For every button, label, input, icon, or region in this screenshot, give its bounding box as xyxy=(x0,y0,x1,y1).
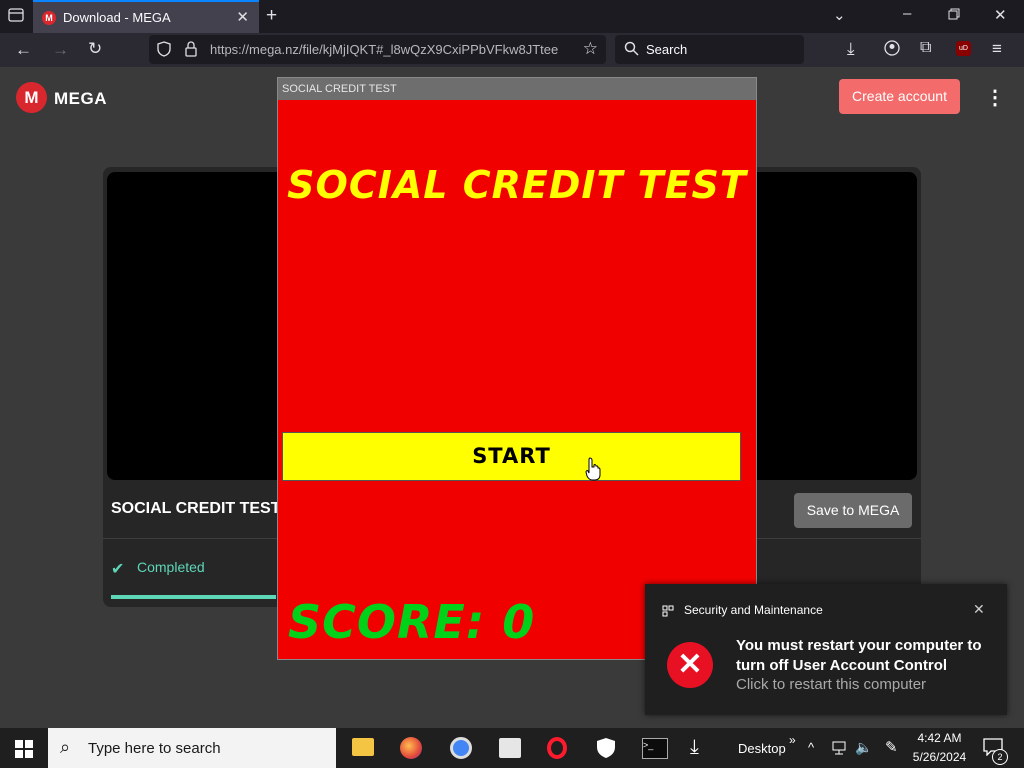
new-tab-icon[interactable]: + xyxy=(266,5,277,27)
create-account-button[interactable]: Create account xyxy=(839,79,960,114)
clock-date[interactable]: 5/26/2024 xyxy=(912,750,967,764)
download-status: Completed xyxy=(137,559,205,575)
terminal-icon[interactable]: >_ xyxy=(642,738,668,759)
windows-security-icon[interactable] xyxy=(596,737,616,764)
volume-muted-icon[interactable]: 🔈 xyxy=(855,739,872,756)
toolbar-overflow-icon[interactable]: » xyxy=(789,733,796,747)
toast-app-name: Security and Maintenance xyxy=(684,603,823,617)
taskbar-search[interactable]: ⌕ Type here to search xyxy=(48,728,336,768)
toast-subtitle: Click to restart this computer xyxy=(736,676,927,693)
tab-title: Download - MEGA xyxy=(63,10,171,25)
file-name: SOCIAL CREDIT TEST xyxy=(111,500,281,517)
tab-close-icon[interactable]: ✕ xyxy=(236,8,249,26)
bookmark-star-icon[interactable]: ☆ xyxy=(583,39,598,59)
tab-list-chevron-icon[interactable]: ⌄ xyxy=(833,6,846,24)
account-icon[interactable] xyxy=(884,40,900,60)
address-bar[interactable]: https://mega.nz/file/kjMjIQKT#_l8wQzX9Cx… xyxy=(149,35,606,64)
back-icon[interactable]: ← xyxy=(15,40,32,60)
download-app-icon[interactable]: ⤓ xyxy=(690,736,699,759)
url-text[interactable]: https://mega.nz/file/kjMjIQKT#_l8wQzX9Cx… xyxy=(210,42,570,57)
progress-bar xyxy=(111,595,276,599)
minimize-icon[interactable]: – xyxy=(903,5,911,22)
save-to-mega-button[interactable]: Save to MEGA xyxy=(794,493,912,528)
toast-title: You must restart your computer to turn o… xyxy=(736,637,982,674)
security-shield-icon xyxy=(662,604,674,622)
windows-start-icon[interactable] xyxy=(15,740,33,763)
window-close-icon[interactable]: ✕ xyxy=(994,6,1007,24)
error-icon: ✕ xyxy=(667,642,713,688)
start-button[interactable]: START xyxy=(282,432,741,481)
clock-time[interactable]: 4:42 AM xyxy=(912,731,967,745)
firefox-icon[interactable] xyxy=(400,737,422,759)
extensions-icon[interactable]: ⧉ xyxy=(920,39,931,57)
chrome-icon[interactable] xyxy=(450,737,472,759)
opera-icon[interactable] xyxy=(547,737,567,759)
menu-hamburger-icon[interactable]: ≡ xyxy=(992,39,1002,59)
file-explorer-icon[interactable] xyxy=(352,738,374,756)
network-icon[interactable] xyxy=(831,740,849,761)
checkmark-icon: ✔ xyxy=(111,561,125,578)
desktop-toolbar-label[interactable]: Desktop xyxy=(738,741,786,756)
ublock-icon[interactable]: uD xyxy=(956,41,971,56)
taskbar-search-icon: ⌕ xyxy=(60,737,71,757)
shield-icon[interactable] xyxy=(157,41,171,62)
game-window-title[interactable]: SOCIAL CREDIT TEST xyxy=(278,78,756,100)
more-options-icon[interactable]: ⋮ xyxy=(985,85,1005,110)
downloads-icon[interactable]: ⤓ xyxy=(847,39,855,59)
game-heading: SOCIAL CREDIT TEST xyxy=(287,163,747,207)
score-display: SCORE: 0 xyxy=(288,595,536,649)
mega-brand[interactable]: MEGA xyxy=(54,89,107,109)
forward-icon[interactable]: → xyxy=(52,40,69,60)
search-placeholder: Search xyxy=(646,42,688,57)
notification-count-badge: 2 xyxy=(992,749,1008,765)
reload-icon[interactable]: ↻ xyxy=(88,39,102,59)
tray-chevron-icon[interactable]: ^ xyxy=(808,740,814,755)
browser-tab[interactable]: M Download - MEGA ✕ xyxy=(33,0,259,33)
mega-logo-icon[interactable]: M xyxy=(16,82,47,113)
restore-icon[interactable] xyxy=(948,7,960,24)
notepad-icon[interactable] xyxy=(499,738,521,758)
mega-favicon-icon: M xyxy=(42,11,56,25)
tab-overview-icon[interactable] xyxy=(8,7,24,27)
toast-close-icon[interactable]: ✕ xyxy=(973,601,985,618)
pen-icon[interactable]: ✎ xyxy=(885,738,898,756)
search-icon xyxy=(624,41,639,61)
hand-cursor-icon xyxy=(585,457,601,486)
taskbar-search-placeholder: Type here to search xyxy=(88,740,221,757)
lock-icon[interactable] xyxy=(185,41,197,62)
search-bar[interactable]: Search xyxy=(615,35,804,64)
